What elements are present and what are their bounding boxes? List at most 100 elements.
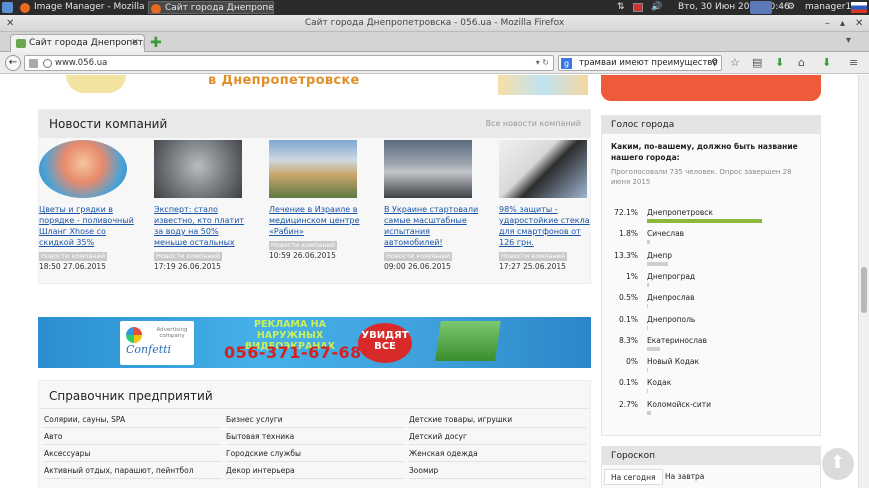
poll-question: Каким, по-вашему, должно быть название н…	[611, 142, 798, 162]
close-tab-icon[interactable]: ✕	[131, 35, 139, 52]
new-tab-button[interactable]: ✚	[150, 36, 162, 50]
app-tray-icon[interactable]	[750, 1, 772, 14]
poll-option-name: Сичеслав	[647, 229, 685, 239]
search-field[interactable]: g трамваи имеют преимущество ⚲	[558, 55, 722, 71]
poll-option-bar	[647, 282, 649, 287]
close-button[interactable]: ✕	[855, 15, 863, 32]
directory-link[interactable]: Детский досуг	[409, 428, 587, 445]
poll-option-bar	[647, 410, 652, 415]
news-tag: Новости компаний	[499, 252, 568, 261]
banner-decoration	[498, 75, 588, 95]
poll-option-bar	[647, 389, 648, 394]
addon-download-icon[interactable]: ⬇	[822, 56, 831, 70]
scroll-to-top-button[interactable]: ⬆	[822, 448, 854, 480]
site-favicon-icon	[16, 39, 26, 48]
network-icon[interactable]: ⇅	[617, 0, 625, 15]
directory-column: Бизнес услуги Бытовая техника Городские …	[226, 411, 404, 479]
company-news-header: Новости компаний Все новости компаний	[39, 110, 590, 138]
ad-banner[interactable]: Advertising company Confetti РЕКЛАМА НА …	[38, 317, 591, 368]
side-banner[interactable]	[601, 75, 821, 101]
poll-option-name: Кодак	[647, 378, 672, 388]
tab-list-icon[interactable]: ▾	[846, 35, 851, 46]
news-title[interactable]: Эксперт: стало известно, кто платит за в…	[154, 204, 254, 248]
news-title[interactable]: Цветы и грядки в порядке - поливочный Шл…	[39, 204, 139, 248]
poll-title: Голос города	[602, 116, 820, 134]
news-item[interactable]: 98% защиты - ударостойкие стекла для сма…	[499, 140, 591, 271]
reload-icon[interactable]: ▾ ↻	[536, 56, 549, 70]
poll-option: 1% Днепроград	[602, 272, 822, 292]
username[interactable]: manager12	[805, 0, 857, 15]
maximize-button[interactable]: ▴	[840, 15, 845, 32]
poll-option-percent: 1%	[626, 271, 638, 281]
language-flag-icon[interactable]	[851, 2, 867, 13]
directory-link[interactable]: Солярии, сауны, SPA	[44, 411, 222, 428]
site-identity-icon[interactable]	[29, 59, 38, 68]
volume-icon[interactable]: 🔊	[651, 0, 662, 15]
directory-link[interactable]: Активный отдых, парашют, пейнтбол	[44, 462, 222, 479]
news-date: 18:50 27.06.2015	[39, 262, 106, 271]
poll-option: 13.3% Днепр	[602, 251, 822, 271]
poll-option: 8.3% Екатеринослав	[602, 336, 822, 356]
city-poll: Голос города Каким, по-вашему, должно бы…	[601, 115, 821, 436]
window-menu-icon[interactable]: ✕	[6, 15, 14, 32]
navigation-toolbar: ← www.056.ua ▾ ↻ g трамваи имеют преимущ…	[0, 52, 869, 74]
minimize-button[interactable]: –	[825, 15, 830, 32]
page-scrollbar[interactable]	[858, 75, 869, 488]
news-date: 10:59 26.06.2015	[269, 251, 336, 260]
news-date: 09:00 26.06.2015	[384, 262, 451, 271]
back-button[interactable]: ←	[5, 55, 21, 71]
directory-link[interactable]: Городские службы	[226, 445, 404, 462]
news-title[interactable]: 98% защиты - ударостойкие стекла для сма…	[499, 204, 591, 248]
home-icon[interactable]: ⌂	[798, 56, 805, 70]
menu-icon[interactable]: ≡	[849, 56, 858, 70]
poll-option-percent: 1.8%	[618, 229, 638, 239]
news-item[interactable]: В Украине стартовали самые масштабные ис…	[384, 140, 484, 271]
poll-option-name: Днепрослав	[647, 293, 695, 303]
tab-today[interactable]: На сегодня	[604, 469, 663, 485]
directory-link[interactable]: Аксессуары	[44, 445, 222, 462]
banner-decoration	[66, 75, 126, 93]
bookmark-star-icon[interactable]: ☆	[730, 56, 740, 70]
globe-icon	[43, 59, 52, 68]
taskbar-task-site[interactable]: Сайт города Днепропетр...	[148, 1, 274, 14]
directory-link[interactable]: Зоомир	[409, 462, 587, 479]
tab-tomorrow[interactable]: На завтра	[659, 469, 710, 485]
download-icon[interactable]: ⬇	[775, 56, 784, 70]
directory-link[interactable]: Бытовая техника	[226, 428, 404, 445]
news-title[interactable]: Лечение в Израиле в медицинском центре «…	[269, 204, 369, 237]
google-icon[interactable]: g	[561, 58, 572, 69]
taskbar-task-image-manager[interactable]: Image Manager - Mozilla Fi...	[18, 1, 146, 14]
news-item[interactable]: Эксперт: стало известно, кто платит за в…	[154, 140, 254, 271]
directory-link[interactable]: Детские товары, игрушки	[409, 411, 587, 428]
poll-option-name: Днепрополь	[647, 314, 696, 324]
search-icon[interactable]: ⚲	[711, 56, 718, 70]
firefox-icon	[151, 4, 161, 13]
news-date: 17:27 25.06.2015	[499, 262, 566, 271]
directory-link[interactable]: Бизнес услуги	[226, 411, 404, 428]
poll-option-percent: 13.3%	[614, 250, 638, 260]
url-bar[interactable]: www.056.ua ▾ ↻	[24, 55, 554, 71]
record-icon[interactable]	[633, 3, 643, 12]
poll-option-bar	[647, 325, 648, 330]
news-image[interactable]	[154, 140, 242, 198]
news-image[interactable]	[269, 140, 357, 198]
user-icon[interactable]: ⚙	[787, 0, 795, 15]
tab-site[interactable]: Сайт города Днепропетр... ✕	[10, 34, 145, 52]
news-item[interactable]: Цветы и грядки в порядке - поливочный Шл…	[39, 140, 139, 271]
all-company-news-link[interactable]: Все новости компаний	[486, 110, 581, 138]
news-image[interactable]	[39, 140, 127, 198]
news-image[interactable]	[499, 140, 587, 198]
directory-link[interactable]: Авто	[44, 428, 222, 445]
reading-list-icon[interactable]: ▤	[752, 56, 762, 70]
news-item[interactable]: Лечение в Израиле в медицинском центре «…	[269, 140, 369, 260]
directory-link[interactable]: Декор интерьера	[226, 462, 404, 479]
directory-link[interactable]: Женская одежда	[409, 445, 587, 462]
top-banner[interactable]: в Днепропетровске	[38, 75, 591, 95]
scrollbar-thumb[interactable]	[861, 267, 867, 313]
news-image[interactable]	[384, 140, 472, 198]
start-menu-icon[interactable]	[2, 2, 13, 13]
news-title[interactable]: В Украине стартовали самые масштабные ис…	[384, 204, 484, 248]
clock[interactable]: Втo, 30 Июн 2015 10:46	[678, 0, 790, 15]
poll-option-name: Коломойск-сити	[647, 399, 712, 409]
poll-option-percent: 0%	[626, 357, 638, 367]
